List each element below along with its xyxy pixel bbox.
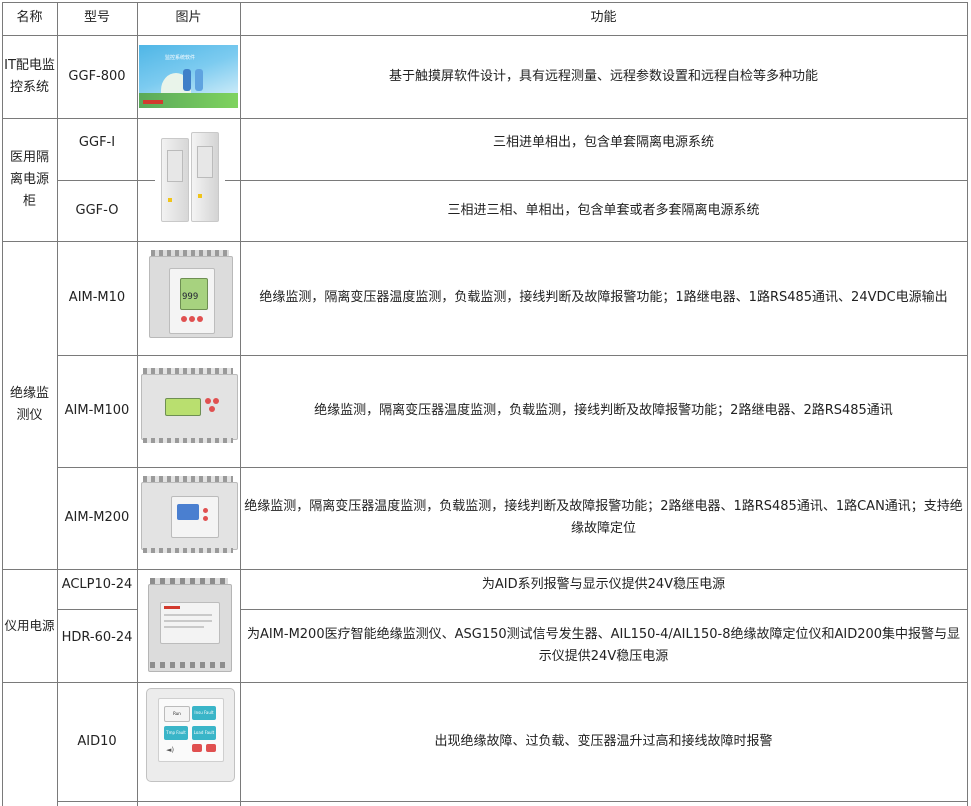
aim-m10-display-value: 999: [182, 292, 199, 302]
header-function: 功能: [590, 10, 617, 25]
model-ggf-o: GGF-O: [75, 202, 119, 218]
aim-m10-image: 999: [147, 248, 234, 338]
power-supply-image: [146, 576, 232, 674]
isolation-cabinet-image: [155, 130, 225, 225]
aid10-insu-label: Insu Fault: [192, 706, 216, 720]
aim-m100-image: [139, 366, 238, 444]
aid10-load-label: Load Fault: [192, 726, 216, 740]
header-name: 名称: [16, 10, 43, 25]
product-table: 名称 型号 图片 功能 IT配电监控系统 医用隔离电源柜 绝缘监测仪 仪用电源 …: [0, 0, 971, 806]
function-aim-m100: 绝缘监测，隔离变压器温度监测，负载监测，接线判断及故障报警功能；2路继电器、2路…: [314, 403, 893, 418]
header-picture: 图片: [175, 10, 202, 25]
function-ggf-o: 三相进三相、单相出，包含单套或者多套隔离电源系统: [447, 202, 760, 218]
model-aim-m100: AIM-M100: [64, 403, 130, 418]
speaker-icon: ◄): [166, 746, 175, 754]
function-hdr-60-24: 为AIM-M200医疗智能绝缘监测仪、ASG150测试信号发生器、AIL150-…: [246, 626, 961, 664]
model-ggf800: GGF-800: [68, 68, 126, 84]
ggf800-software-image: 监控系统软件: [139, 45, 238, 108]
aid10-run-label: Run: [164, 706, 190, 722]
model-hdr-60-24: HDR-60-24: [61, 630, 133, 645]
aid10-image: Run Insu Fault Tmp Fault Load Fault ◄): [144, 686, 235, 782]
function-aclp10-24: 为AID系列报警与显示仪提供24V稳压电源: [481, 577, 726, 592]
name-it-system: IT配电监控系统: [4, 57, 55, 95]
function-ggf800: 基于触摸屏软件设计，具有远程测量、远程参数设置和远程自检等多种功能: [388, 68, 818, 84]
ggf800-title-text: 监控系统软件: [165, 55, 196, 61]
model-ggf-i: GGF-I: [78, 135, 116, 150]
function-aid10: 出现绝缘故障、过负载、变压器温升过高和接线故障时报警: [434, 733, 773, 749]
name-insulation-monitor: 绝缘监测仪: [9, 386, 49, 423]
model-aid10: AID10: [77, 733, 117, 749]
function-aim-m10: 绝缘监测，隔离变压器温度监测，负载监测，接线判断及故障报警功能；1路继电器、1路…: [259, 290, 948, 305]
name-isolation-cabinet: 医用隔离电源柜: [9, 149, 49, 209]
model-aclp10-24: ACLP10-24: [61, 577, 133, 592]
aim-m200-image: [139, 474, 238, 554]
name-instrument-power: 仪用电源: [4, 617, 55, 633]
aid10-tmp-label: Tmp Fault: [164, 726, 188, 740]
model-aim-m10: AIM-M10: [68, 290, 126, 305]
function-ggf-i: 三相进单相出，包含单套隔离电源系统: [492, 135, 714, 150]
model-aim-m200: AIM-M200: [64, 510, 130, 525]
header-model: 型号: [83, 10, 110, 25]
function-aim-m200: 绝缘监测，隔离变压器温度监测，负载监测，接线判断及故障报警功能；2路继电器、1路…: [244, 499, 963, 536]
